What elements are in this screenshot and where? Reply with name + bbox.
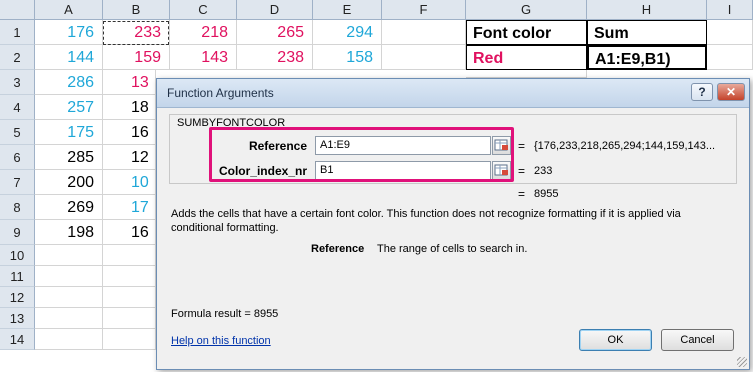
close-button[interactable]: ✕ <box>717 83 745 101</box>
cell-b6[interactable]: 12 <box>103 145 156 170</box>
collapse-dialog-color-button[interactable] <box>492 161 511 180</box>
row-header[interactable]: 7 <box>0 170 35 195</box>
dialog-title: Function Arguments <box>167 86 274 100</box>
row-header[interactable]: 8 <box>0 195 35 220</box>
cell-a1[interactable]: 176 <box>35 20 103 45</box>
row-header[interactable]: 14 <box>0 329 35 350</box>
help-on-function-link[interactable]: Help on this function <box>171 335 271 347</box>
cell-b9[interactable]: 16 <box>103 220 156 245</box>
cell-h2-active[interactable]: A1:E9,B1) <box>587 45 707 70</box>
row-header[interactable]: 1 <box>0 20 35 45</box>
cell-b11[interactable] <box>103 266 156 287</box>
row-header[interactable]: 6 <box>0 145 35 170</box>
cell-b14[interactable] <box>103 329 156 350</box>
column-header-i[interactable]: I <box>707 0 753 20</box>
column-header-e[interactable]: E <box>313 0 382 20</box>
cell-b4[interactable]: 18 <box>103 95 156 120</box>
cell-a11[interactable] <box>35 266 103 287</box>
function-description: Adds the cells that have a certain font … <box>171 208 681 234</box>
cancel-button[interactable]: Cancel <box>661 329 734 351</box>
cell-a5[interactable]: 175 <box>35 120 103 145</box>
color-index-equals: = <box>518 164 526 178</box>
cell-a6[interactable]: 285 <box>35 145 103 170</box>
cell-b3[interactable]: 13 <box>103 70 156 95</box>
color-index-label: Color_index_nr <box>218 164 307 178</box>
cell-b12[interactable] <box>103 287 156 308</box>
cell-d1[interactable]: 265 <box>237 20 313 45</box>
cell-a2[interactable]: 144 <box>35 45 103 70</box>
row-header[interactable]: 9 <box>0 220 35 245</box>
cell-e1[interactable]: 294 <box>313 20 382 45</box>
cell-a10[interactable] <box>35 245 103 266</box>
cell-b7[interactable]: 10 <box>103 170 156 195</box>
cell-b8[interactable]: 17 <box>103 195 156 220</box>
cell-b1[interactable]: 233 <box>103 20 170 45</box>
cell-i2[interactable] <box>707 45 753 70</box>
cell-e2[interactable]: 158 <box>313 45 382 70</box>
color-index-input[interactable]: B1 <box>315 161 491 180</box>
cell-b10[interactable] <box>103 245 156 266</box>
cell-i1[interactable] <box>707 20 753 45</box>
reference-input[interactable]: A1:E9 <box>315 136 491 155</box>
color-index-result: 233 <box>534 165 553 177</box>
select-all-corner[interactable] <box>0 0 35 20</box>
column-header-a[interactable]: A <box>35 0 103 20</box>
cell-g1[interactable]: Font color <box>466 20 587 45</box>
cell-b13[interactable] <box>103 308 156 329</box>
cell-d2[interactable]: 238 <box>237 45 313 70</box>
help-button[interactable]: ? <box>691 83 713 101</box>
range-select-icon <box>494 164 508 176</box>
cell-a14[interactable] <box>35 329 103 350</box>
reference-equals: = <box>518 139 526 153</box>
total-value: 8955 <box>534 188 559 200</box>
cell-f2[interactable] <box>382 45 466 70</box>
total-equals: = <box>518 187 526 201</box>
column-header-g[interactable]: G <box>466 0 587 20</box>
column-header-h[interactable]: H <box>587 0 707 20</box>
function-name: SUMBYFONTCOLOR <box>177 117 286 129</box>
row-header[interactable]: 4 <box>0 95 35 120</box>
column-header-f[interactable]: F <box>382 0 466 20</box>
cell-a12[interactable] <box>35 287 103 308</box>
resize-grip[interactable] <box>737 357 747 367</box>
argument-help-label: Reference <box>311 243 365 255</box>
cell-a13[interactable] <box>35 308 103 329</box>
column-header-d[interactable]: D <box>237 0 313 20</box>
column-header-b[interactable]: B <box>103 0 170 20</box>
row-header[interactable]: 13 <box>0 308 35 329</box>
cell-f1[interactable] <box>382 20 466 45</box>
cell-a4[interactable]: 257 <box>35 95 103 120</box>
range-select-icon <box>494 139 508 151</box>
cell-a7[interactable]: 200 <box>35 170 103 195</box>
ok-button[interactable]: OK <box>579 329 652 351</box>
cell-c1[interactable]: 218 <box>170 20 237 45</box>
cell-g2[interactable]: Red <box>466 45 587 70</box>
cell-b5[interactable]: 16 <box>103 120 156 145</box>
row-header[interactable]: 3 <box>0 70 35 95</box>
row-header[interactable]: 12 <box>0 287 35 308</box>
cell-h1[interactable]: Sum <box>587 20 707 45</box>
reference-label: Reference <box>248 139 307 153</box>
column-header-c[interactable]: C <box>170 0 237 20</box>
row-header[interactable]: 11 <box>0 266 35 287</box>
argument-help-text: The range of cells to search in. <box>377 243 528 255</box>
row-header[interactable]: 5 <box>0 120 35 145</box>
cell-a8[interactable]: 269 <box>35 195 103 220</box>
function-arguments-dialog: Function Arguments ? ✕ SUMBYFONTCOLOR Re… <box>156 78 750 370</box>
dialog-titlebar[interactable]: Function Arguments ? ✕ <box>157 79 749 108</box>
reference-result: {176,233,218,265,294;144,159,143... <box>534 140 716 152</box>
cell-b2[interactable]: 159 <box>103 45 170 70</box>
collapse-dialog-reference-button[interactable] <box>492 136 511 155</box>
cell-g3[interactable] <box>466 70 587 78</box>
row-header[interactable]: 2 <box>0 45 35 70</box>
formula-result: Formula result = 8955 <box>171 308 279 320</box>
cell-a9[interactable]: 198 <box>35 220 103 245</box>
cell-c2[interactable]: 143 <box>170 45 237 70</box>
row-header[interactable]: 10 <box>0 245 35 266</box>
cell-a3[interactable]: 286 <box>35 70 103 95</box>
